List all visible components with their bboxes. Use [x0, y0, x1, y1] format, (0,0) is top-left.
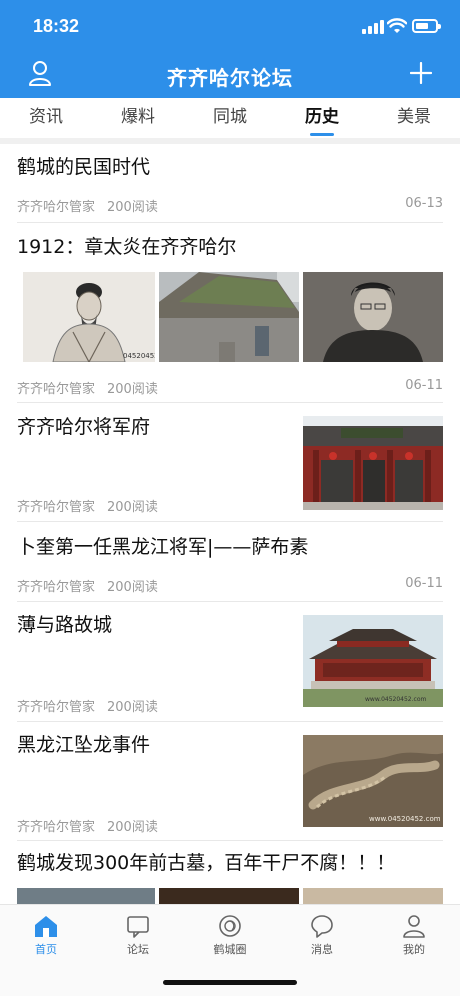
- tabbar-label: 消息: [311, 943, 333, 956]
- top-bar: 18:32 齐齐哈尔论坛: [0, 0, 460, 98]
- article-feed[interactable]: 鹤城的民国时代 齐齐哈尔管家 200阅读 06-13 1912：章太炎在齐齐哈尔 …: [0, 144, 460, 904]
- article-reads: 200阅读: [107, 382, 158, 397]
- profile-icon: [403, 915, 425, 938]
- article-image: www.04520452.com: [303, 615, 443, 707]
- divider: [17, 222, 443, 223]
- category-tabs: 资讯 爆料 同城 历史 美景: [0, 98, 460, 138]
- article-date: 06-11: [405, 576, 443, 591]
- message-icon: [311, 915, 333, 938]
- circle-icon: [219, 915, 241, 937]
- article-image: [159, 272, 299, 362]
- article-author: 齐齐哈尔管家: [17, 382, 96, 397]
- list-item[interactable]: 1912：章太炎在齐齐哈尔 04520452: [17, 234, 443, 404]
- tabbar-profile[interactable]: 我的: [368, 913, 460, 957]
- add-icon[interactable]: [410, 62, 432, 84]
- tab-news[interactable]: 资讯: [0, 98, 92, 138]
- article-reads: 200阅读: [107, 700, 158, 715]
- article-author: 齐齐哈尔管家: [17, 200, 96, 215]
- article-meta: 齐齐哈尔管家 200阅读: [17, 696, 158, 715]
- article-image: [17, 888, 155, 904]
- article-meta: 齐齐哈尔管家 200阅读: [17, 378, 158, 397]
- article-title: 1912：章太炎在齐齐哈尔: [17, 236, 237, 258]
- article-reads: 200阅读: [107, 200, 158, 215]
- wifi-icon: [387, 18, 407, 33]
- article-reads: 200阅读: [107, 820, 158, 835]
- divider: [17, 402, 443, 403]
- article-title: 鹤城发现300年前古墓，百年干尸不腐！！！: [17, 852, 396, 874]
- article-image: [303, 888, 443, 904]
- article-image: [303, 272, 443, 362]
- page-title: 齐齐哈尔论坛: [167, 66, 293, 90]
- divider: [17, 521, 443, 522]
- battery-icon: [412, 19, 441, 33]
- list-item[interactable]: 鹤城发现300年前古墓，百年干尸不腐！！！: [17, 850, 443, 904]
- article-meta: 齐齐哈尔管家 200阅读: [17, 816, 158, 835]
- list-item[interactable]: 卜奎第一任黑龙江将军|——萨布素 齐齐哈尔管家 200阅读 06-11: [17, 534, 443, 604]
- tab-scenery[interactable]: 美景: [368, 98, 460, 138]
- article-image: [159, 888, 299, 904]
- article-title: 鹤城的民国时代: [17, 156, 151, 178]
- tab-history[interactable]: 历史: [276, 98, 368, 138]
- tabbar-label: 鹤城圈: [213, 943, 247, 956]
- list-item[interactable]: 齐齐哈尔将军府 齐齐哈尔管家 200阅读: [17, 414, 443, 522]
- status-bar: 18:32: [0, 0, 460, 50]
- home-icon: [35, 916, 57, 937]
- tab-scoop[interactable]: 爆料: [92, 98, 184, 138]
- tabbar-home[interactable]: 首页: [0, 913, 92, 957]
- article-image: [303, 416, 443, 510]
- article-author: 齐齐哈尔管家: [17, 580, 96, 595]
- article-image: 04520452: [23, 272, 155, 362]
- svg-text:www.04520452.com: www.04520452.com: [369, 815, 441, 823]
- article-author: 齐齐哈尔管家: [17, 500, 96, 515]
- article-meta: 齐齐哈尔管家 200阅读: [17, 496, 158, 515]
- status-time: 18:32: [33, 16, 80, 36]
- tabbar-circle[interactable]: 鹤城圈: [184, 913, 276, 957]
- forum-icon: [127, 916, 149, 938]
- article-image: www.04520452.com: [303, 735, 443, 827]
- tabbar-label: 论坛: [127, 943, 149, 956]
- tabbar-forum[interactable]: 论坛: [92, 913, 184, 957]
- article-date: 06-11: [405, 378, 443, 393]
- tab-local[interactable]: 同城: [184, 98, 276, 138]
- article-date: 06-13: [405, 196, 443, 211]
- tabbar-messages[interactable]: 消息: [276, 913, 368, 957]
- article-meta: 齐齐哈尔管家 200阅读: [17, 576, 158, 595]
- tabbar-label: 首页: [35, 943, 57, 956]
- article-reads: 200阅读: [107, 580, 158, 595]
- article-meta: 齐齐哈尔管家 200阅读: [17, 196, 158, 215]
- article-reads: 200阅读: [107, 500, 158, 515]
- svg-text:www.04520452.com: www.04520452.com: [365, 696, 426, 703]
- divider: [17, 721, 443, 722]
- list-item[interactable]: 鹤城的民国时代 齐齐哈尔管家 200阅读 06-13: [17, 154, 443, 224]
- svg-text:04520452: 04520452: [123, 352, 155, 360]
- list-item[interactable]: 薄与路故城 www.04520452.com 齐齐哈尔管家 200阅读: [17, 612, 443, 722]
- article-author: 齐齐哈尔管家: [17, 700, 96, 715]
- tabbar-label: 我的: [403, 943, 425, 956]
- home-indicator[interactable]: [163, 980, 297, 985]
- divider: [17, 840, 443, 841]
- divider: [17, 601, 443, 602]
- article-author: 齐齐哈尔管家: [17, 820, 96, 835]
- list-item[interactable]: 黑龙江坠龙事件 www.04520452.com 齐齐哈尔管家 200阅读: [17, 732, 443, 842]
- article-title: 卜奎第一任黑龙江将军|——萨布素: [17, 536, 309, 558]
- cellular-signal-icon: [362, 20, 384, 34]
